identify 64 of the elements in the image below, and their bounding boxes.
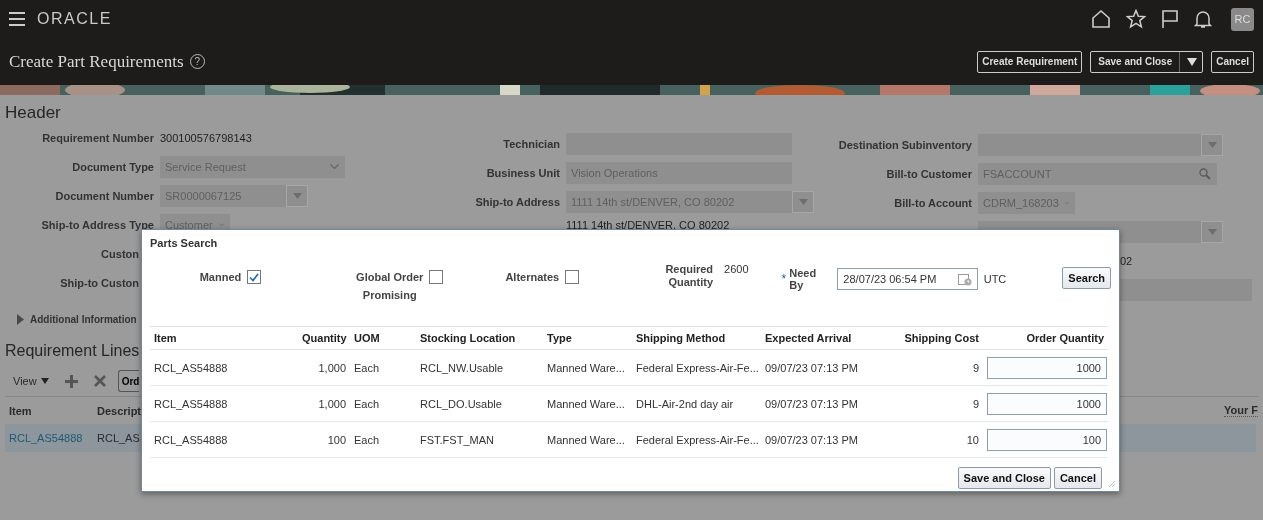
table-cell: 10 [966, 433, 979, 446]
field-label: Technician [503, 137, 560, 150]
table-cell: 100 [327, 433, 346, 446]
table-cell: 1,000 [318, 361, 346, 374]
table-cell: RCL_DO.Usable [420, 397, 502, 410]
table-cell: Manned Ware... [547, 433, 625, 446]
logo: ORACLE [37, 10, 112, 28]
checkbox-label: Global Order [356, 270, 424, 285]
table-cell: 09/07/23 07:13 PM [765, 433, 858, 446]
field-value: 02 [1120, 254, 1133, 267]
section-title: Requirement Lines [5, 341, 140, 361]
column-header: Item [154, 332, 177, 344]
timezone-label: UTC [983, 273, 1007, 285]
field-value: 2600 [724, 263, 749, 277]
table-cell: RCL_AS54888 [154, 433, 228, 446]
page-title: Create Part Requirements [9, 51, 184, 72]
checkbox-label: Manned [199, 270, 242, 285]
field-label: Ship-to Address [475, 195, 560, 208]
table-cell: Each [354, 361, 380, 374]
table-cell: DHL-Air-2nd day air [636, 397, 734, 410]
table-cell: 9 [972, 397, 979, 410]
field-label: Document Number [55, 189, 154, 202]
table-cell: Federal Express-Air-Fe... [636, 361, 759, 374]
required-marker: * [781, 272, 787, 286]
table-cell: RCL_AS54888 [154, 361, 228, 374]
table-cell: 9 [972, 361, 979, 374]
table-cell: Manned Ware... [547, 397, 625, 410]
table-cell: Each [354, 433, 380, 446]
section-title: Header [5, 102, 62, 123]
field-label: Bill-to Account [894, 196, 972, 209]
field-label: Business Unit [486, 166, 560, 179]
dialog-title: Parts Search [150, 236, 219, 251]
field-label: Bill-to Customer [886, 167, 972, 180]
field-label: Custon [101, 247, 139, 260]
field-label: Ship-to Custon [60, 276, 139, 289]
checkbox-label: Promising [362, 289, 417, 301]
table-cell: Manned Ware... [547, 361, 625, 374]
table-cell: RCL_AS54888 [154, 397, 228, 410]
table-cell: Federal Express-Air-Fe... [636, 433, 759, 446]
field-value: 300100576798143 [160, 131, 252, 144]
column-header: Descript [97, 404, 143, 417]
field-value: 1111 14th st/DENVER, CO 80202 [566, 218, 730, 231]
column-header: Expected Arrival [765, 332, 852, 344]
field-label: Document Type [72, 160, 154, 173]
checkbox-label: Alternates [505, 270, 560, 285]
column-header: Item [8, 404, 33, 417]
column-header: Stocking Location [420, 332, 516, 344]
table-cell: FST.FST_MAN [420, 433, 494, 446]
table-cell: RCL_NW.Usable [420, 361, 504, 374]
table-cell: 09/07/23 07:13 PM [765, 361, 858, 374]
field-label: Required Quantity [664, 263, 714, 289]
field-label: Requirement Number [42, 131, 154, 144]
column-header: Order Quantity [1026, 332, 1104, 344]
table-cell: 09/07/23 07:13 PM [765, 397, 858, 410]
column-header: Type [547, 332, 572, 344]
column-header: Quantity [302, 332, 347, 344]
table-cell: Each [354, 397, 380, 410]
column-header: UOM [354, 332, 380, 344]
field-label: Destination Subinventory [838, 138, 972, 151]
field-label: Need By [789, 267, 818, 291]
table-cell-text: RCL_AS [97, 432, 141, 444]
column-header: Shipping Cost [904, 332, 979, 344]
column-header: Shipping Method [636, 332, 726, 344]
table-cell: 1,000 [318, 397, 346, 410]
